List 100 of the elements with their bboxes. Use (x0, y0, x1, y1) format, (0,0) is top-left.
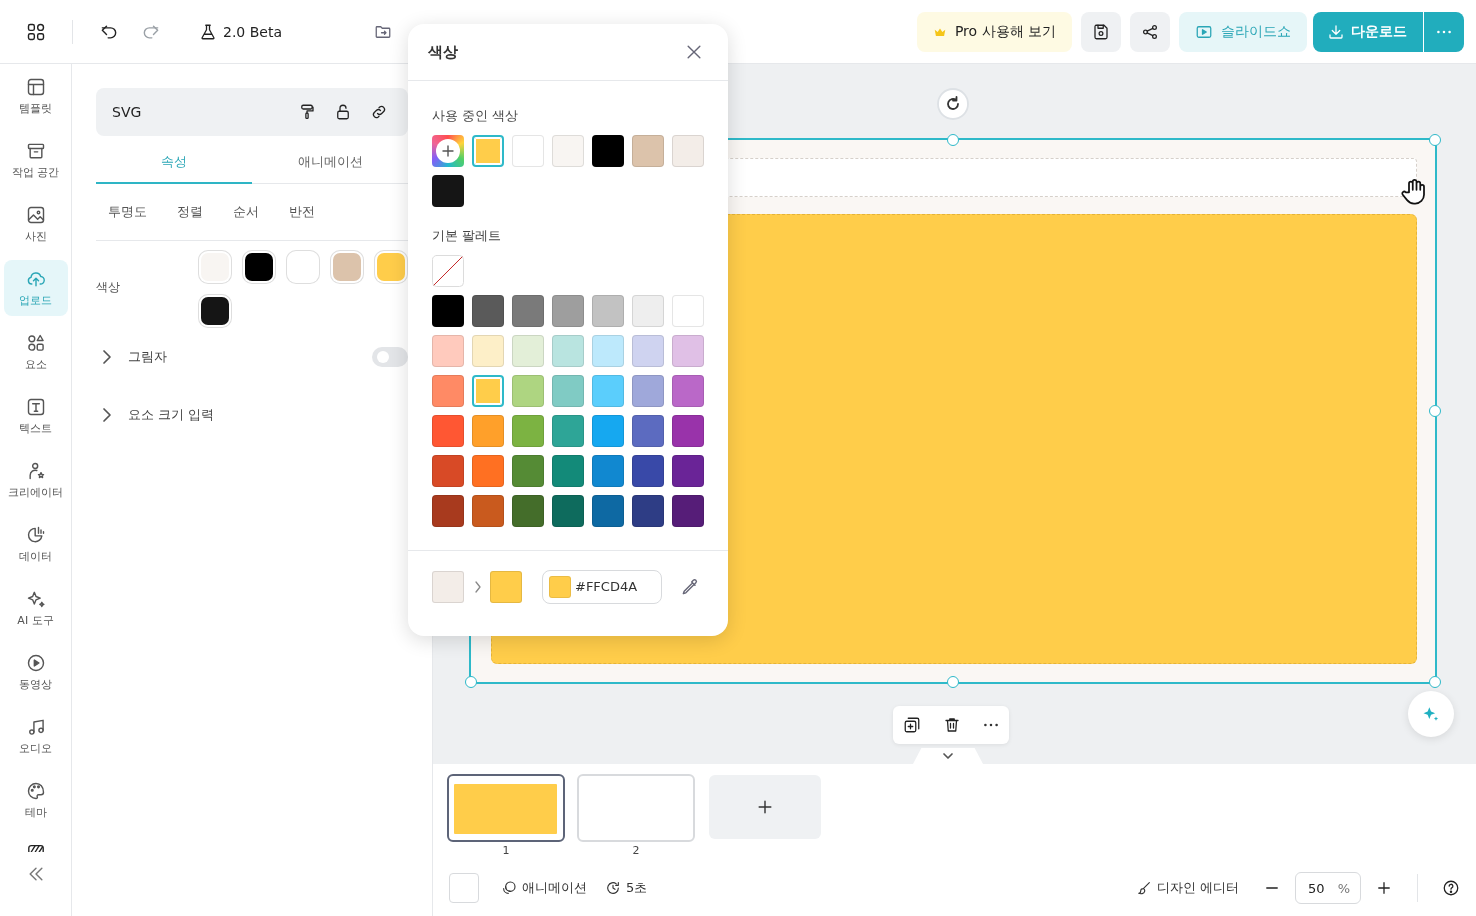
no-color-swatch[interactable] (432, 255, 464, 287)
color-swatch[interactable] (432, 455, 464, 487)
color-swatch[interactable] (592, 415, 624, 447)
color-swatch[interactable] (432, 495, 464, 527)
color-swatch[interactable] (512, 295, 544, 327)
trash-icon[interactable] (943, 716, 961, 734)
panel-tab[interactable]: 애니메이션 (252, 142, 408, 184)
color-swatch[interactable] (288, 253, 317, 281)
property-tab[interactable]: 정렬 (177, 203, 203, 221)
ai-assist-button[interactable] (1408, 691, 1454, 737)
color-swatch[interactable] (632, 495, 664, 527)
color-swatch[interactable] (552, 135, 584, 167)
color-swatch[interactable] (432, 295, 464, 327)
color-swatch[interactable] (512, 495, 544, 527)
color-swatch[interactable] (432, 415, 464, 447)
color-swatch[interactable] (552, 335, 584, 367)
sidebar-item[interactable]: 텍스트 (3, 388, 68, 444)
sidebar-item[interactable]: 데이터 (3, 516, 68, 572)
color-swatch[interactable] (632, 415, 664, 447)
share-button[interactable] (1130, 11, 1170, 52)
duplicate-icon[interactable] (903, 716, 921, 734)
resize-handle[interactable] (465, 676, 477, 688)
property-tab[interactable]: 순서 (233, 203, 259, 221)
color-swatch[interactable] (200, 297, 229, 325)
color-swatch[interactable] (592, 335, 624, 367)
color-swatch[interactable] (552, 455, 584, 487)
paint-roller-icon[interactable] (298, 103, 316, 121)
color-swatch[interactable] (472, 335, 504, 367)
color-swatch[interactable] (512, 375, 544, 407)
sidebar-item[interactable]: 동영상 (3, 644, 68, 700)
color-swatch[interactable] (592, 295, 624, 327)
color-swatch[interactable] (472, 455, 504, 487)
color-swatch[interactable] (552, 415, 584, 447)
color-swatch[interactable] (200, 253, 229, 281)
color-swatch[interactable] (592, 135, 624, 167)
animation-button[interactable]: 애니메이션 (501, 879, 587, 897)
property-tab[interactable]: 반전 (289, 203, 315, 221)
color-swatch[interactable] (672, 135, 704, 167)
color-swatch[interactable] (552, 295, 584, 327)
design-editor-button[interactable]: 디자인 에디터 (1135, 879, 1239, 897)
color-swatch[interactable] (592, 455, 624, 487)
add-color-button[interactable] (432, 135, 464, 167)
link-icon[interactable] (370, 103, 388, 121)
color-swatch[interactable] (672, 375, 704, 407)
color-swatch[interactable] (512, 335, 544, 367)
color-swatch[interactable] (632, 135, 664, 167)
color-swatch[interactable] (632, 295, 664, 327)
more-icon[interactable] (983, 723, 999, 727)
resize-handle[interactable] (947, 134, 959, 146)
more-button[interactable] (1424, 11, 1464, 52)
color-swatch[interactable] (472, 415, 504, 447)
eyedropper-icon[interactable] (680, 576, 700, 597)
add-slide-button[interactable] (709, 775, 821, 839)
color-swatch[interactable] (512, 415, 544, 447)
hex-input-field[interactable]: #FFCD4A (542, 569, 662, 604)
color-swatch[interactable] (632, 375, 664, 407)
color-swatch[interactable] (376, 253, 405, 281)
sidebar-item[interactable]: 작업 공간 (3, 132, 68, 188)
sidebar-item[interactable]: 오디오 (3, 708, 68, 764)
chevron-right-icon[interactable] (102, 407, 112, 423)
color-swatch[interactable] (672, 415, 704, 447)
shadow-toggle[interactable] (372, 347, 408, 367)
sidebar-item[interactable]: 사진 (3, 196, 68, 252)
color-swatch[interactable] (632, 455, 664, 487)
sidebar-item[interactable]: AI 도구 (3, 580, 68, 636)
sidebar-item[interactable]: 요소 (3, 324, 68, 380)
color-swatch[interactable] (472, 495, 504, 527)
version-button[interactable]: 2.0 Beta (199, 22, 282, 41)
stripes-icon[interactable] (25, 844, 46, 852)
help-icon[interactable] (1442, 879, 1460, 897)
pro-trial-button[interactable]: Pro 사용해 보기 (916, 11, 1072, 52)
color-swatch[interactable] (672, 295, 704, 327)
color-swatch[interactable] (432, 375, 464, 407)
color-swatch[interactable] (592, 495, 624, 527)
color-swatch[interactable] (672, 335, 704, 367)
apps-icon[interactable] (26, 21, 46, 42)
color-swatch[interactable] (592, 375, 624, 407)
sidebar-item[interactable]: 테마 (3, 772, 68, 828)
unlock-icon[interactable] (334, 103, 352, 121)
property-tab[interactable]: 투명도 (108, 203, 147, 221)
color-swatch[interactable] (244, 253, 273, 281)
sidebar-item[interactable]: 크리에이터 (3, 452, 68, 508)
color-swatch[interactable] (552, 495, 584, 527)
sidebar-item[interactable]: 템플릿 (3, 68, 68, 124)
color-swatch[interactable] (672, 455, 704, 487)
color-swatch[interactable] (472, 295, 504, 327)
color-swatch[interactable] (552, 375, 584, 407)
resize-handle[interactable] (1429, 676, 1441, 688)
background-swatch[interactable] (449, 873, 479, 903)
zoom-field[interactable]: 50 % (1295, 872, 1361, 904)
color-swatch[interactable] (512, 135, 544, 167)
chevron-right-icon[interactable] (102, 349, 112, 365)
slide-thumbnail[interactable] (447, 774, 565, 842)
duration-button[interactable]: 5초 (605, 879, 648, 897)
zoom-in-icon[interactable] (1375, 879, 1393, 897)
color-swatch[interactable] (432, 175, 464, 207)
color-swatch[interactable] (332, 253, 361, 281)
color-swatch[interactable] (512, 455, 544, 487)
save-button[interactable] (1081, 11, 1121, 52)
color-swatch[interactable] (672, 495, 704, 527)
